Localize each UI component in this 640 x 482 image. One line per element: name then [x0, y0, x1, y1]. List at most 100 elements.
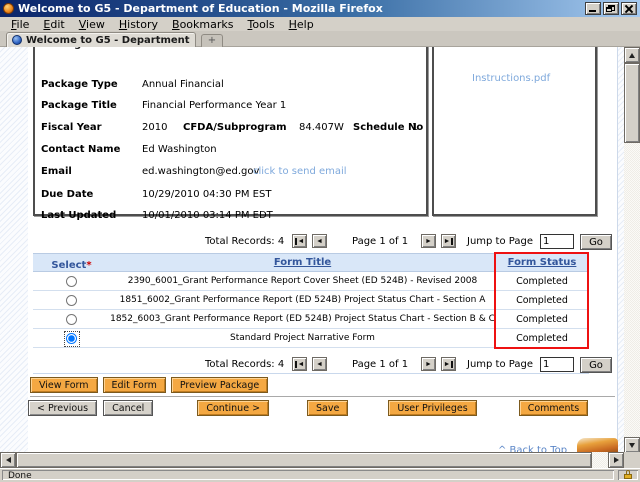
select-column-header: Select*	[51, 260, 92, 271]
first-page-icon: ◄	[297, 360, 305, 368]
vertical-scroll-thumb[interactable]	[624, 63, 640, 143]
close-button[interactable]	[621, 2, 637, 15]
divider	[33, 373, 589, 374]
scroll-down-icon	[629, 442, 635, 448]
documents-instructions-title: Documents & Instructions	[440, 47, 587, 50]
form-status-cell: Completed	[516, 294, 568, 306]
vertical-scrollbar[interactable]	[624, 47, 640, 453]
previous-button[interactable]: < Previous	[28, 400, 98, 416]
scroll-left-button[interactable]	[0, 452, 16, 468]
edit-form-button[interactable]: Edit Form	[102, 377, 166, 393]
total-records-label: Total Records: 4	[205, 236, 285, 247]
first-page-button[interactable]: ◄	[292, 357, 307, 371]
comments-button[interactable]: Comments	[518, 400, 589, 416]
form-title-cell: 1851_6002_Grant Performance Report (ED 5…	[119, 295, 486, 305]
new-tab-button[interactable]: +	[201, 34, 223, 47]
forms-table: Select* Form Title Form Status 2390_6001…	[33, 253, 589, 348]
tab-welcome-g5[interactable]: Welcome to G5 - Department of Edu...	[6, 32, 196, 47]
documents-instructions-section: Documents & Instructions Instructions.pd…	[432, 47, 597, 216]
fiscal-year-label: Fiscal Year	[41, 122, 102, 133]
cfda-label: CFDA/Subprogram	[183, 122, 287, 133]
go-button[interactable]: Go	[580, 234, 612, 250]
jump-to-page-label: Jump to Page	[467, 359, 533, 370]
scroll-up-icon	[629, 52, 635, 58]
pagination-top: Total Records: 4 ◄ ◄ Page 1 of 1 ► ► Jum…	[0, 233, 624, 251]
last-page-button[interactable]: ►	[441, 234, 456, 248]
form-title-cell: Standard Project Narrative Form	[230, 333, 375, 343]
schedule-no-value: 1	[412, 122, 419, 133]
menu-help[interactable]: Help	[282, 18, 321, 31]
menu-view[interactable]: View	[72, 18, 112, 31]
firefox-icon	[3, 3, 14, 14]
jump-to-page-input[interactable]	[540, 357, 574, 372]
window-title: Welcome to G5 - Department of Education …	[18, 2, 383, 15]
row-select-radio[interactable]	[66, 332, 77, 344]
row-select-radio[interactable]	[66, 275, 77, 287]
status-text: Done	[8, 471, 32, 481]
package-title-label: Package Title	[41, 100, 117, 111]
send-email-link[interactable]: click to send email	[253, 166, 347, 177]
form-status-column-header[interactable]: Form Status	[508, 257, 577, 268]
menu-bookmarks[interactable]: Bookmarks	[165, 18, 240, 31]
jump-to-page-input[interactable]	[540, 234, 574, 249]
preview-package-button[interactable]: Preview Package	[170, 377, 269, 393]
due-date-label: Due Date	[41, 189, 94, 200]
browser-window: Welcome to G5 - Department of Education …	[0, 0, 640, 481]
security-indicator[interactable]	[618, 470, 638, 480]
package-type-label: Package Type	[41, 79, 118, 90]
contact-name-label: Contact Name	[41, 144, 121, 155]
total-records-label: Total Records: 4	[205, 359, 285, 370]
next-page-button[interactable]: ►	[421, 357, 436, 371]
last-page-icon: ►	[443, 237, 451, 245]
menu-file[interactable]: File	[4, 18, 36, 31]
scroll-right-icon	[613, 457, 619, 463]
form-title-cell: 1852_6003_Grant Performance Report (ED 5…	[110, 314, 495, 324]
first-page-button[interactable]: ◄	[292, 234, 307, 248]
row-select-radio[interactable]	[66, 313, 77, 325]
table-row: Standard Project Narrative Form Complete…	[33, 329, 589, 348]
minimize-icon	[589, 10, 596, 12]
previous-page-button[interactable]: ◄	[312, 357, 327, 371]
table-header-row: Select* Form Title Form Status	[33, 253, 589, 272]
title-bar[interactable]: Welcome to G5 - Department of Education …	[0, 0, 640, 17]
horizontal-scrollbar[interactable]	[0, 452, 624, 468]
jump-to-page-label: Jump to Page	[467, 236, 533, 247]
scroll-up-button[interactable]	[624, 47, 640, 63]
go-button[interactable]: Go	[580, 357, 612, 373]
menu-edit[interactable]: Edit	[36, 18, 71, 31]
next-page-button[interactable]: ►	[421, 234, 436, 248]
email-label: Email	[41, 166, 72, 177]
previous-page-button[interactable]: ◄	[312, 234, 327, 248]
status-bar: Done	[0, 468, 640, 481]
package-information-title: Package Information	[41, 47, 158, 50]
tab-title: Welcome to G5 - Department of Edu...	[26, 34, 190, 46]
view-form-button[interactable]: View Form	[30, 377, 98, 393]
horizontal-scroll-thumb[interactable]	[16, 452, 592, 468]
navigation-toolbar: < Previous Cancel Continue > Save User P…	[28, 400, 624, 416]
decorative-image	[577, 438, 618, 452]
form-status-cell: Completed	[516, 313, 568, 325]
status-message-field: Done	[2, 470, 614, 481]
back-to-top-link[interactable]: ^ Back to Top	[498, 445, 567, 452]
tab-favicon-icon	[12, 35, 22, 45]
required-mark: *	[86, 260, 92, 271]
fiscal-year-value: 2010	[142, 122, 168, 133]
page-viewport: Package Information Package Type Annual …	[0, 47, 624, 452]
last-page-button[interactable]: ►	[441, 357, 456, 371]
scroll-right-button[interactable]	[608, 452, 624, 468]
user-privileges-button[interactable]: User Privileges	[388, 400, 477, 416]
page-indicator: Page 1 of 1	[352, 359, 409, 370]
continue-button[interactable]: Continue >	[197, 400, 270, 416]
menu-tools[interactable]: Tools	[240, 18, 281, 31]
row-select-radio[interactable]	[66, 294, 77, 306]
scroll-down-button[interactable]	[624, 437, 640, 453]
minimize-button[interactable]	[585, 2, 601, 15]
cancel-button[interactable]: Cancel	[103, 400, 154, 416]
pagination-bottom: Total Records: 4 ◄ ◄ Page 1 of 1 ► ► Jum…	[0, 356, 624, 374]
instructions-pdf-link[interactable]: Instructions.pdf	[472, 73, 550, 84]
package-type-value: Annual Financial	[142, 79, 224, 90]
form-title-column-header[interactable]: Form Title	[274, 257, 331, 268]
restore-button[interactable]	[603, 2, 619, 15]
menu-history[interactable]: History	[112, 18, 165, 31]
save-button[interactable]: Save	[307, 400, 349, 416]
